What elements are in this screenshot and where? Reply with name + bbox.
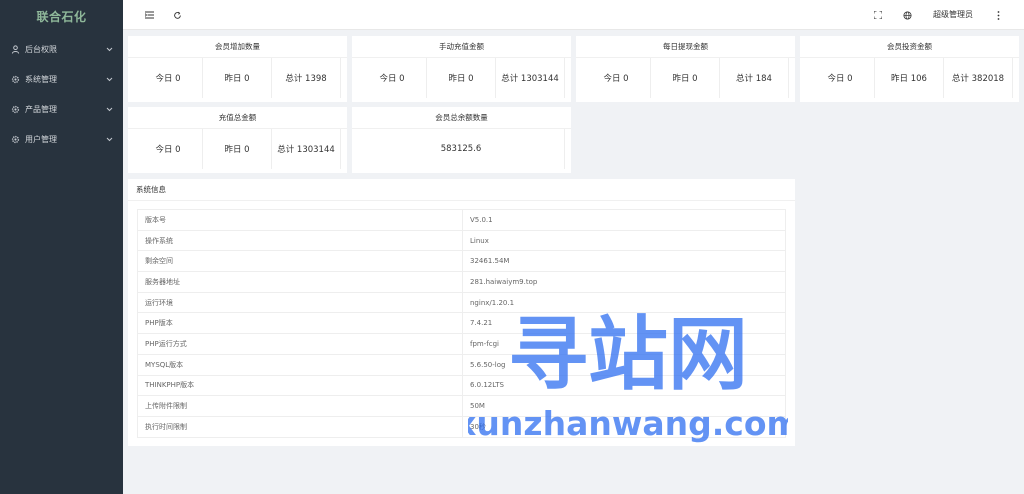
stat-value: 583125.6 bbox=[358, 129, 565, 169]
top-header: 超级管理员 bbox=[123, 0, 1024, 30]
sidebar-item-label: 产品管理 bbox=[25, 104, 57, 114]
table-row: 操作系统 Linux bbox=[137, 229, 786, 252]
hamburger-icon[interactable] bbox=[141, 0, 157, 30]
stat-today: 今日 0 bbox=[134, 129, 203, 169]
card-title: 手动充值金额 bbox=[352, 36, 571, 58]
chevron-down-icon bbox=[105, 135, 113, 143]
table-cell-key: MYSQL版本 bbox=[137, 353, 463, 376]
table-cell-key: PHP版本 bbox=[137, 312, 463, 335]
gear-icon bbox=[10, 104, 20, 114]
table-row: MYSQL版本 5.6.50-log bbox=[137, 353, 786, 376]
table-cell-key: 执行时间限制 bbox=[137, 415, 463, 438]
chevron-down-icon bbox=[105, 105, 113, 113]
sidebar-item-label: 后台权限 bbox=[25, 44, 57, 54]
table-cell-key: 上传附件限制 bbox=[137, 395, 463, 417]
card-title: 会员投资金额 bbox=[800, 36, 1019, 58]
table-row: PHP运行方式 fpm-fcgi bbox=[137, 333, 786, 355]
stat-card-member-investment: 会员投资金额 今日 0 昨日 106 总计 382018 bbox=[800, 36, 1019, 102]
stat-today: 今日 0 bbox=[134, 58, 203, 98]
fullscreen-icon[interactable] bbox=[870, 0, 886, 30]
user-icon bbox=[10, 44, 20, 54]
table-cell-key: 运行环境 bbox=[137, 291, 463, 314]
sidebar-item-users[interactable]: 用户管理 bbox=[0, 124, 123, 154]
table-row: 版本号 V5.0.1 bbox=[137, 209, 786, 231]
table-cell-value: 30秒 bbox=[462, 415, 786, 438]
table-cell-value: 281.haiwaiym9.top bbox=[462, 271, 786, 293]
stat-card-total-recharge: 充值总金额 今日 0 昨日 0 总计 1303144 bbox=[128, 107, 347, 173]
gear-icon bbox=[10, 74, 20, 84]
table-cell-value: 32461.54M bbox=[462, 250, 786, 273]
table-cell-key: PHP运行方式 bbox=[137, 333, 463, 355]
stat-card-manual-recharge: 手动充值金额 今日 0 昨日 0 总计 1303144 bbox=[352, 36, 571, 102]
refresh-icon[interactable] bbox=[169, 0, 185, 30]
table-cell-value: 5.6.50-log bbox=[462, 353, 786, 376]
globe-icon[interactable] bbox=[899, 0, 915, 30]
stat-today: 今日 0 bbox=[806, 58, 875, 98]
stat-yesterday: 昨日 106 bbox=[875, 58, 944, 98]
stat-total: 总计 1303144 bbox=[272, 129, 341, 169]
table-cell-key: 版本号 bbox=[137, 209, 463, 231]
sidebar-item-system[interactable]: 系统管理 bbox=[0, 64, 123, 94]
chevron-down-icon bbox=[105, 75, 113, 83]
more-vertical-icon[interactable] bbox=[990, 0, 1006, 30]
table-row: 执行时间限制 30秒 bbox=[137, 415, 786, 438]
card-title: 会员增加数量 bbox=[128, 36, 347, 58]
panel-title: 系统信息 bbox=[128, 179, 795, 201]
user-menu[interactable]: 超级管理员 bbox=[933, 0, 973, 30]
card-title: 充值总金额 bbox=[128, 107, 347, 129]
stat-card-daily-withdrawal: 每日提现金额 今日 0 昨日 0 总计 184 bbox=[576, 36, 795, 102]
stat-yesterday: 昨日 0 bbox=[427, 58, 496, 98]
table-cell-value: nginx/1.20.1 bbox=[462, 291, 786, 314]
table-cell-value: 7.4.21 bbox=[462, 312, 786, 335]
stat-card-member-growth: 会员增加数量 今日 0 昨日 0 总计 1398 bbox=[128, 36, 347, 102]
app-logo: 联合石化 bbox=[36, 10, 87, 24]
gear-icon bbox=[10, 134, 20, 144]
stat-yesterday: 昨日 0 bbox=[651, 58, 720, 98]
stat-yesterday: 昨日 0 bbox=[203, 129, 272, 169]
table-row: THINKPHP版本 6.0.12LTS bbox=[137, 374, 786, 397]
sidebar-item-products[interactable]: 产品管理 bbox=[0, 94, 123, 124]
table-cell-key: 操作系统 bbox=[137, 229, 463, 252]
sidebar-item-label: 系统管理 bbox=[25, 74, 57, 84]
stat-today: 今日 0 bbox=[582, 58, 651, 98]
table-cell-key: THINKPHP版本 bbox=[137, 374, 463, 397]
table-cell-value: fpm-fcgi bbox=[462, 333, 786, 355]
stat-total: 总计 1398 bbox=[272, 58, 341, 98]
sidebar: 联合石化 后台权限 系统管理 产品管理 用户管理 bbox=[0, 0, 123, 494]
table-row: 剩余空间 32461.54M bbox=[137, 250, 786, 273]
table-row: 上传附件限制 50M bbox=[137, 395, 786, 417]
stat-today: 今日 0 bbox=[358, 58, 427, 98]
table-cell-value: V5.0.1 bbox=[462, 209, 786, 231]
table-cell-key: 剩余空间 bbox=[137, 250, 463, 273]
table-row: 运行环境 nginx/1.20.1 bbox=[137, 291, 786, 314]
card-title: 会员总余额数量 bbox=[352, 107, 571, 129]
stat-total: 总计 382018 bbox=[944, 58, 1013, 98]
sidebar-item-label: 用户管理 bbox=[25, 134, 57, 144]
stat-total: 总计 1303144 bbox=[496, 58, 565, 98]
system-info-table: 版本号 V5.0.1 操作系统 Linux 剩余空间 32461.54M 服务器地址 2… bbox=[137, 209, 786, 438]
table-row: PHP版本 7.4.21 bbox=[137, 312, 786, 335]
sidebar-item-permissions[interactable]: 后台权限 bbox=[0, 34, 123, 64]
table-cell-value: 6.0.12LTS bbox=[462, 374, 786, 397]
table-cell-value: Linux bbox=[462, 229, 786, 252]
stat-yesterday: 昨日 0 bbox=[203, 58, 272, 98]
table-cell-key: 服务器地址 bbox=[137, 271, 463, 293]
stat-card-member-balance: 会员总余额数量 583125.6 bbox=[352, 107, 571, 173]
table-cell-value: 50M bbox=[462, 395, 786, 417]
table-row: 服务器地址 281.haiwaiym9.top bbox=[137, 271, 786, 293]
system-info-panel: 系统信息 版本号 V5.0.1 操作系统 Linux 剩余空间 32461.54M 服… bbox=[128, 179, 795, 446]
stat-total: 总计 184 bbox=[720, 58, 789, 98]
chevron-down-icon bbox=[105, 45, 113, 53]
card-title: 每日提现金额 bbox=[576, 36, 795, 58]
